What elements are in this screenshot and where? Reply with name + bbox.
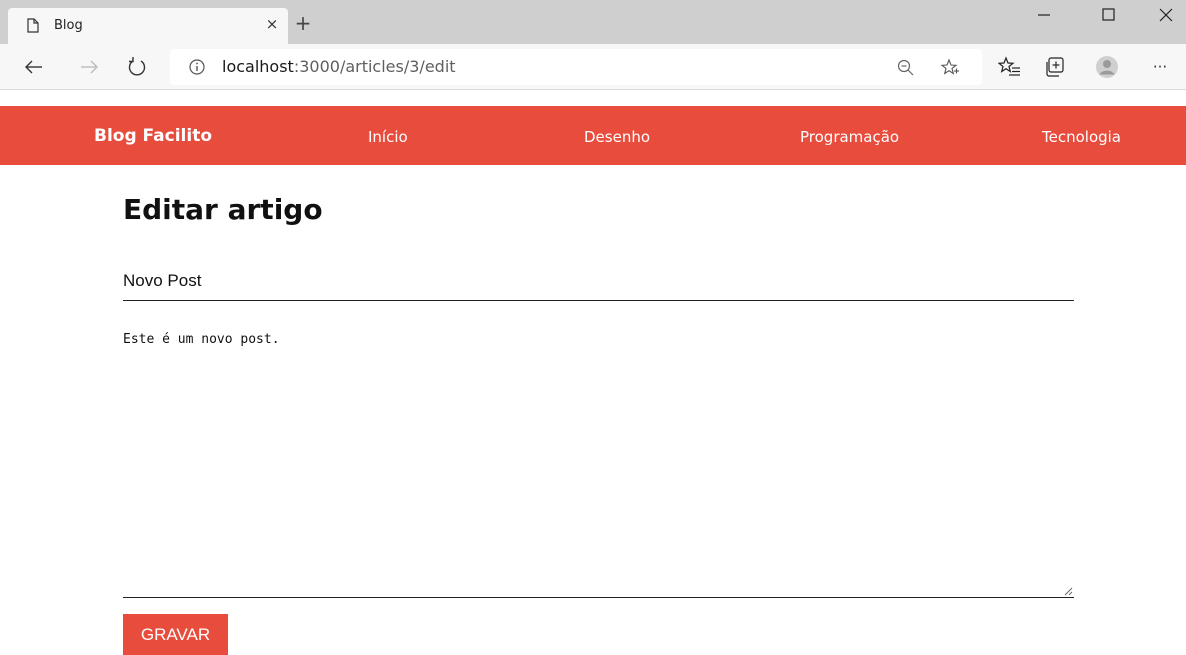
browser-tab[interactable]: Blog × <box>8 8 288 44</box>
url-text[interactable]: localhost:3000/articles/3/edit <box>222 57 456 76</box>
nav-link-desenho[interactable]: Desenho <box>584 128 650 146</box>
forward-icon[interactable] <box>76 54 102 80</box>
nav-link-tecnologia[interactable]: Tecnologia <box>1042 128 1121 146</box>
info-icon[interactable] <box>188 58 206 76</box>
address-bar[interactable]: localhost:3000/articles/3/edit <box>170 49 982 85</box>
brand-link[interactable]: Blog Facilito <box>94 126 212 146</box>
profile-icon[interactable] <box>1095 55 1119 79</box>
document-icon <box>27 18 39 33</box>
new-tab-button[interactable]: + <box>292 12 314 34</box>
zoom-out-icon[interactable] <box>896 58 916 78</box>
favorite-icon[interactable] <box>940 58 960 78</box>
body-textarea[interactable]: Este é um novo post. <box>123 320 1074 598</box>
back-icon[interactable] <box>21 54 47 80</box>
refresh-icon[interactable] <box>124 54 150 80</box>
title-input[interactable] <box>123 262 1074 301</box>
site-navbar: Blog Facilito Início Desenho Programação… <box>0 106 1186 165</box>
maximize-icon[interactable] <box>1089 2 1129 28</box>
favorites-list-icon[interactable] <box>998 55 1022 79</box>
browser-toolbar: localhost:3000/articles/3/edit ··· <box>0 44 1186 90</box>
resize-handle-icon[interactable] <box>1063 586 1073 596</box>
more-icon[interactable]: ··· <box>1148 55 1172 79</box>
page-title: Editar artigo <box>123 193 323 226</box>
minimize-icon[interactable] <box>1024 2 1064 28</box>
close-icon[interactable] <box>1146 2 1186 28</box>
nav-link-programacao[interactable]: Programação <box>800 128 899 146</box>
url-path: :3000/articles/3/edit <box>293 57 456 76</box>
tab-title: Blog <box>54 18 83 33</box>
nav-link-inicio[interactable]: Início <box>368 128 408 146</box>
tab-strip: Blog × + <box>0 0 1186 44</box>
save-button[interactable]: GRAVAR <box>123 614 228 655</box>
url-host: localhost <box>222 57 294 76</box>
tab-close-button[interactable]: × <box>262 14 282 34</box>
collections-icon[interactable] <box>1043 55 1067 79</box>
